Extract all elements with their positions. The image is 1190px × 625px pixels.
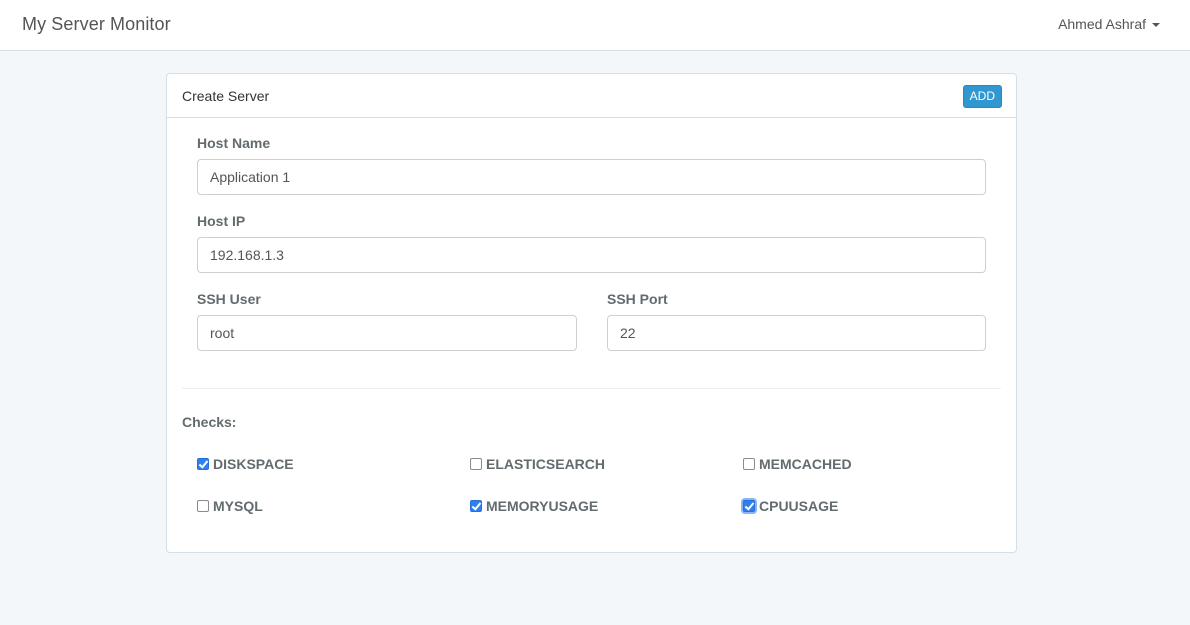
checks-label: Checks: — [182, 414, 237, 430]
host-name-label: Host Name — [197, 135, 271, 151]
navbar: My Server Monitor Ahmed Ashraf — [0, 0, 1190, 51]
check-elasticsearch[interactable]: ELASTICSEARCH — [470, 456, 605, 472]
check-label: MEMCACHED — [759, 456, 852, 472]
memoryusage-checkbox[interactable] — [470, 500, 482, 512]
panel-heading: Create Server ADD — [167, 74, 1016, 118]
check-memoryusage[interactable]: MEMORYUSAGE — [470, 498, 598, 514]
host-name-input[interactable] — [197, 159, 986, 195]
elasticsearch-checkbox[interactable] — [470, 458, 482, 470]
caret-down-icon — [1152, 23, 1160, 27]
add-button[interactable]: ADD — [962, 85, 1002, 108]
ssh-port-label: SSH Port — [607, 291, 668, 307]
mysql-checkbox[interactable] — [197, 500, 209, 512]
ssh-user-input[interactable] — [197, 315, 577, 351]
check-mysql[interactable]: MYSQL — [197, 498, 263, 514]
cpuusage-checkbox[interactable] — [743, 500, 755, 512]
memcached-checkbox[interactable] — [743, 458, 755, 470]
check-diskspace[interactable]: DISKSPACE — [197, 456, 294, 472]
create-server-panel: Create Server ADD Host Name Host IP SSH … — [166, 73, 1017, 553]
check-label: CPUUSAGE — [759, 498, 839, 514]
check-label: MEMORYUSAGE — [486, 498, 599, 514]
check-label: ELASTICSEARCH — [486, 456, 606, 472]
host-ip-input[interactable] — [197, 237, 986, 273]
host-ip-label: Host IP — [197, 213, 246, 229]
app-brand[interactable]: My Server Monitor — [22, 14, 171, 35]
divider — [182, 388, 1001, 389]
check-memcached[interactable]: MEMCACHED — [743, 456, 852, 472]
user-menu-dropdown[interactable]: Ahmed Ashraf — [1058, 16, 1160, 32]
ssh-port-input[interactable] — [607, 315, 986, 351]
check-cpuusage[interactable]: CPUUSAGE — [743, 498, 838, 514]
ssh-user-label: SSH User — [197, 291, 261, 307]
check-label: DISKSPACE — [213, 456, 294, 472]
user-name: Ahmed Ashraf — [1058, 16, 1146, 32]
panel-title: Create Server — [182, 88, 270, 104]
check-label: MYSQL — [213, 498, 263, 514]
diskspace-checkbox[interactable] — [197, 458, 209, 470]
